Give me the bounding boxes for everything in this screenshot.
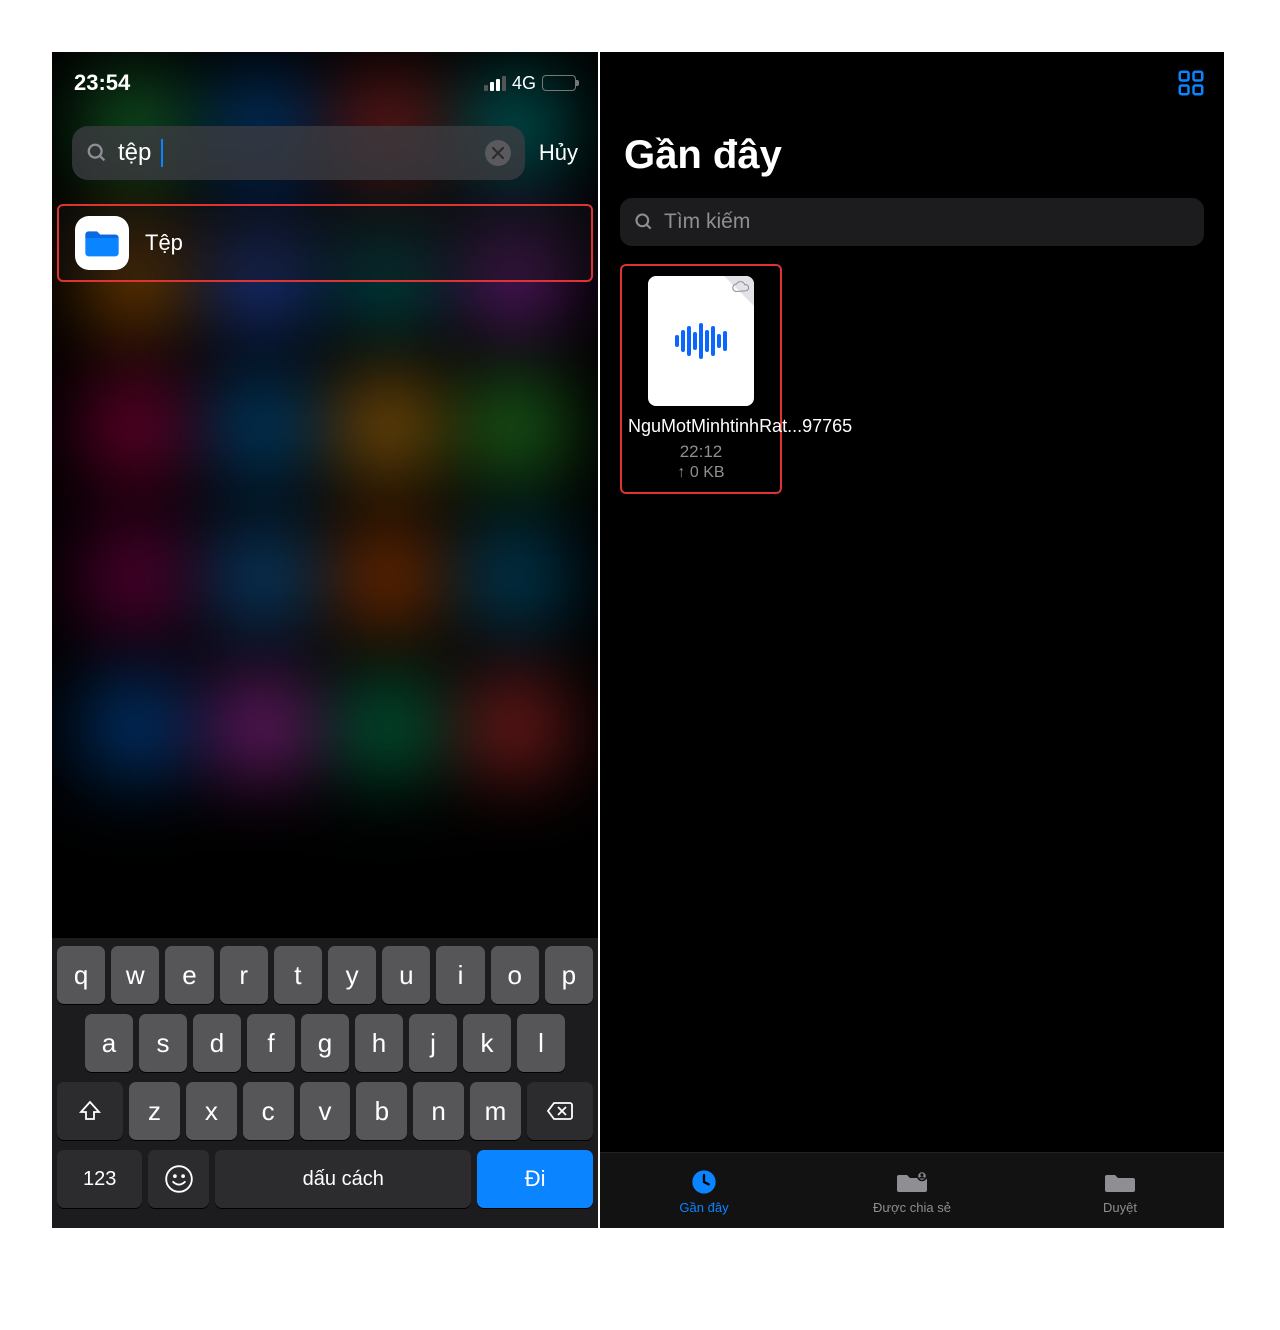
key-r[interactable]: r <box>220 946 268 1004</box>
search-result-label: Tệp <box>145 230 183 256</box>
key-v[interactable]: v <box>300 1082 351 1140</box>
view-toggle-button[interactable] <box>1176 68 1206 103</box>
key-d[interactable]: d <box>193 1014 241 1072</box>
file-item[interactable]: NguMotMinhtinhRat...97765 22:12 ↑ 0 KB <box>620 264 782 494</box>
text-cursor <box>161 139 163 167</box>
signal-icon <box>484 76 506 91</box>
file-size: ↑ 0 KB <box>628 464 774 482</box>
tab-recent[interactable]: Gần đây <box>600 1166 808 1215</box>
key-x[interactable]: x <box>186 1082 237 1140</box>
key-j[interactable]: j <box>409 1014 457 1072</box>
tab-shared[interactable]: Được chia sẻ <box>808 1166 1016 1215</box>
search-placeholder: Tìm kiếm <box>664 210 750 234</box>
folder-shared-icon <box>895 1168 929 1196</box>
shift-icon <box>78 1099 102 1123</box>
grid-icon <box>1176 68 1206 98</box>
status-bar: 23:54 4G <box>52 52 598 104</box>
tab-label: Duyệt <box>1016 1200 1224 1215</box>
cloud-icon <box>732 280 750 294</box>
key-b[interactable]: b <box>356 1082 407 1140</box>
go-key[interactable]: Đi <box>477 1150 593 1208</box>
key-l[interactable]: l <box>517 1014 565 1072</box>
clock-icon <box>690 1168 718 1196</box>
files-search-input[interactable]: Tìm kiếm <box>620 198 1204 246</box>
search-input[interactable]: tệp <box>72 126 525 180</box>
backspace-key[interactable] <box>527 1082 593 1140</box>
key-u[interactable]: u <box>382 946 430 1004</box>
key-y[interactable]: y <box>328 946 376 1004</box>
network-label: 4G <box>512 73 536 94</box>
search-icon <box>634 212 654 232</box>
clear-search-button[interactable] <box>485 140 511 166</box>
space-key[interactable]: dấu cách <box>215 1150 471 1208</box>
key-w[interactable]: w <box>111 946 159 1004</box>
tab-label: Được chia sẻ <box>808 1200 1016 1215</box>
key-s[interactable]: s <box>139 1014 187 1072</box>
key-i[interactable]: i <box>436 946 484 1004</box>
file-thumbnail <box>648 276 754 406</box>
file-name: NguMotMinhtinhRat...97765 <box>628 416 774 438</box>
audio-waveform-icon <box>675 323 727 359</box>
key-a[interactable]: a <box>85 1014 133 1072</box>
key-k[interactable]: k <box>463 1014 511 1072</box>
file-time: 22:12 <box>628 442 774 462</box>
page-title: Gần đây <box>600 109 1224 190</box>
key-n[interactable]: n <box>413 1082 464 1140</box>
shift-key[interactable] <box>57 1082 123 1140</box>
status-time: 23:54 <box>74 70 130 96</box>
keyboard: qwertyuiop asdfghjkl zxcvbnm 123 dấu các… <box>52 938 598 1228</box>
key-g[interactable]: g <box>301 1014 349 1072</box>
emoji-icon <box>165 1165 193 1193</box>
tab-browse[interactable]: Duyệt <box>1016 1166 1224 1215</box>
search-result-files-app[interactable]: Tệp <box>57 204 593 282</box>
cancel-button[interactable]: Hủy <box>539 140 578 166</box>
key-z[interactable]: z <box>129 1082 180 1140</box>
close-icon <box>492 147 504 159</box>
files-recent-screen: Gần đây Tìm kiếm NguMotMinhtinhRat...977… <box>600 50 1226 1230</box>
folder-icon <box>1103 1168 1137 1196</box>
tab-label: Gần đây <box>600 1200 808 1215</box>
key-f[interactable]: f <box>247 1014 295 1072</box>
key-o[interactable]: o <box>491 946 539 1004</box>
key-c[interactable]: c <box>243 1082 294 1140</box>
key-h[interactable]: h <box>355 1014 403 1072</box>
search-icon <box>86 142 108 164</box>
search-query: tệp <box>118 139 151 167</box>
key-p[interactable]: p <box>545 946 593 1004</box>
files-app-icon <box>75 216 129 270</box>
key-m[interactable]: m <box>470 1082 521 1140</box>
emoji-key[interactable] <box>148 1150 209 1208</box>
key-t[interactable]: t <box>274 946 322 1004</box>
tab-bar: Gần đây Được chia sẻ Duyệt <box>600 1152 1224 1228</box>
battery-icon <box>542 75 576 91</box>
numbers-key[interactable]: 123 <box>57 1150 142 1208</box>
backspace-icon <box>546 1100 574 1122</box>
key-q[interactable]: q <box>57 946 105 1004</box>
key-e[interactable]: e <box>165 946 213 1004</box>
spotlight-screen: 23:54 4G tệp Hủy <box>50 50 600 1230</box>
